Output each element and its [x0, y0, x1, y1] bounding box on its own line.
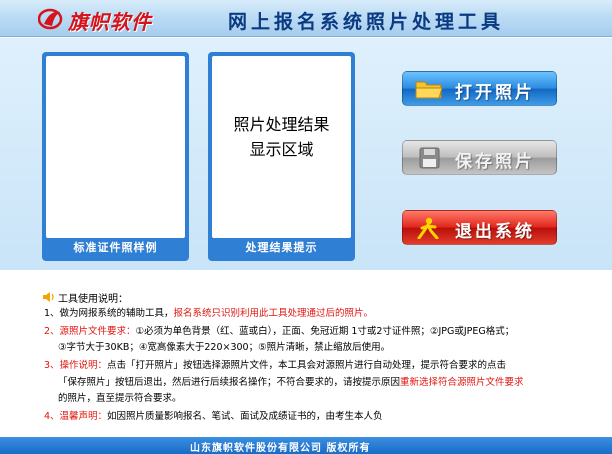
instruction-item-3-cont: 「保存照片」按钮后退出，然后进行后续报名操作；不符合要求的，请按提示原因重新选择…	[58, 377, 524, 388]
open-photo-button[interactable]: 打开照片	[402, 71, 557, 106]
logo-text: 旗帜软件	[68, 10, 152, 34]
sample-photo-panel: 标准证件照样例	[42, 52, 189, 261]
exit-system-button[interactable]: 退出系统	[402, 210, 557, 245]
result-display-area: 照片处理结果 显示区域	[212, 56, 351, 238]
instruction-item-3: 3、操作说明：点击「打开照片」按钮选择源照片文件，本工具会对源照片进行自动处理，…	[44, 360, 507, 371]
running-person-icon	[417, 217, 439, 239]
sample-photo-caption: 标准证件照样例	[73, 241, 158, 254]
open-photo-label: 打开照片	[455, 83, 535, 103]
header-bar: 旗帜软件 网上报名系统照片处理工具	[0, 0, 612, 37]
result-placeholder-text: 照片处理结果 显示区域	[233, 115, 330, 159]
sample-photo-view	[46, 56, 185, 238]
app-title: 网上报名系统照片处理工具	[228, 11, 505, 33]
flag-logo-icon	[38, 8, 63, 30]
instruction-item-2-cont: ③字节大于30KB；④宽高像素大于220×300；⑤照片清晰，禁止缩放后使用。	[58, 342, 391, 353]
main-area: 标准证件照样例 照片处理结果 显示区域 处理结果提示 打开照片 保存照片 退出系…	[0, 38, 612, 270]
instructions-title: 工具使用说明：	[58, 294, 128, 305]
floppy-disk-icon	[419, 147, 440, 169]
instruction-item-3-end: 的照片，直至提示符合要求。	[58, 393, 182, 404]
save-photo-button[interactable]: 保存照片	[402, 140, 557, 175]
logo: 旗帜软件	[38, 4, 188, 34]
footer-bar: 山东旗帜软件股份有限公司 版权所有	[0, 437, 612, 454]
folder-icon	[415, 81, 443, 99]
speaker-icon	[43, 292, 54, 302]
copyright-text: 山东旗帜软件股份有限公司 版权所有	[190, 443, 371, 454]
instruction-item-2: 2、源照片文件要求：①必须为单色背景（红、蓝或白），正面、免冠近期 1寸或2寸证…	[44, 326, 515, 337]
instruction-item-4: 4、温馨声明：如因照片质量影响报名、笔试、面试及成绩证书的，由考生本人负	[44, 411, 383, 422]
exit-system-label: 退出系统	[455, 222, 535, 242]
instruction-item-1: 1、做为网报系统的辅助工具，报名系统只识别利用此工具处理通过后的照片。	[44, 308, 374, 319]
result-caption: 处理结果提示	[245, 241, 318, 254]
save-photo-label: 保存照片	[455, 152, 535, 172]
instructions-section: 工具使用说明： 1、做为网报系统的辅助工具，报名系统只识别利用此工具处理通过后的…	[0, 276, 612, 436]
result-panel: 照片处理结果 显示区域 处理结果提示	[208, 52, 355, 261]
